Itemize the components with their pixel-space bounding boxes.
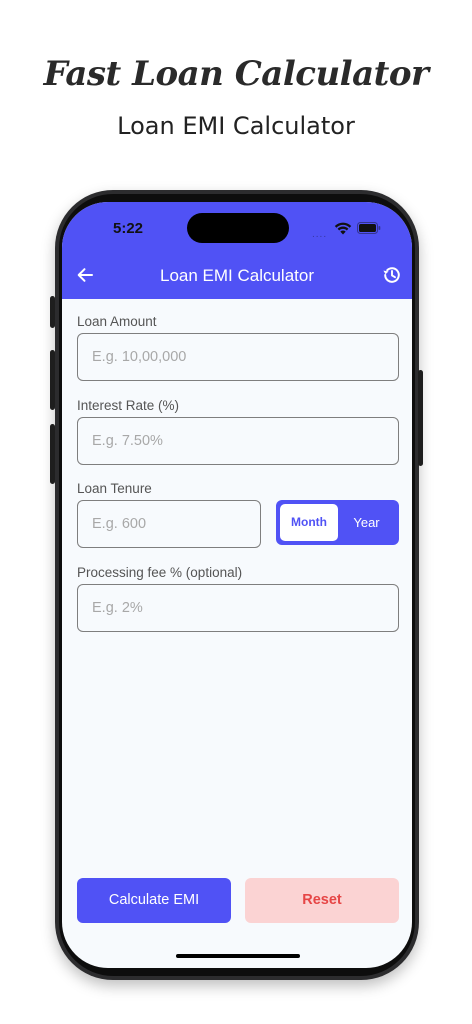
phone-volume-up <box>50 350 55 410</box>
wifi-icon <box>334 222 352 235</box>
history-icon[interactable] <box>382 265 402 285</box>
loan-amount-label: Loan Amount <box>77 314 157 329</box>
phone-silent-switch <box>50 296 55 328</box>
promo-subtitle: Loan EMI Calculator <box>117 112 355 140</box>
app-header: 5:22 .... Loan EMI Calculator <box>62 202 412 299</box>
interest-rate-input[interactable] <box>77 417 399 465</box>
interest-rate-label: Interest Rate (%) <box>77 398 180 413</box>
reset-button[interactable]: Reset <box>245 878 399 923</box>
loan-amount-input[interactable] <box>77 333 399 381</box>
tenure-unit-year[interactable]: Year <box>338 504 395 541</box>
battery-icon <box>357 222 381 234</box>
promo-title: Fast Loan Calculator <box>43 54 429 94</box>
calculate-emi-button[interactable]: Calculate EMI <box>77 878 231 923</box>
phone-power-button <box>418 370 423 466</box>
dynamic-island <box>187 213 289 243</box>
home-indicator <box>176 954 300 958</box>
tenure-unit-month[interactable]: Month <box>280 504 338 541</box>
loan-tenure-input[interactable] <box>77 500 261 548</box>
processing-fee-label: Processing fee % (optional) <box>77 565 243 580</box>
tenure-unit-toggle: Month Year <box>276 500 399 545</box>
app-title: Loan EMI Calculator <box>159 266 315 285</box>
processing-fee-input[interactable] <box>77 584 399 632</box>
signal-dots-icon: .... <box>312 229 328 240</box>
phone-volume-down <box>50 424 55 484</box>
loan-tenure-label: Loan Tenure <box>77 481 152 496</box>
status-time: 5:22 <box>113 220 144 237</box>
phone-screen: 5:22 .... Loan EMI Calculator Loan Amoun… <box>62 202 412 968</box>
